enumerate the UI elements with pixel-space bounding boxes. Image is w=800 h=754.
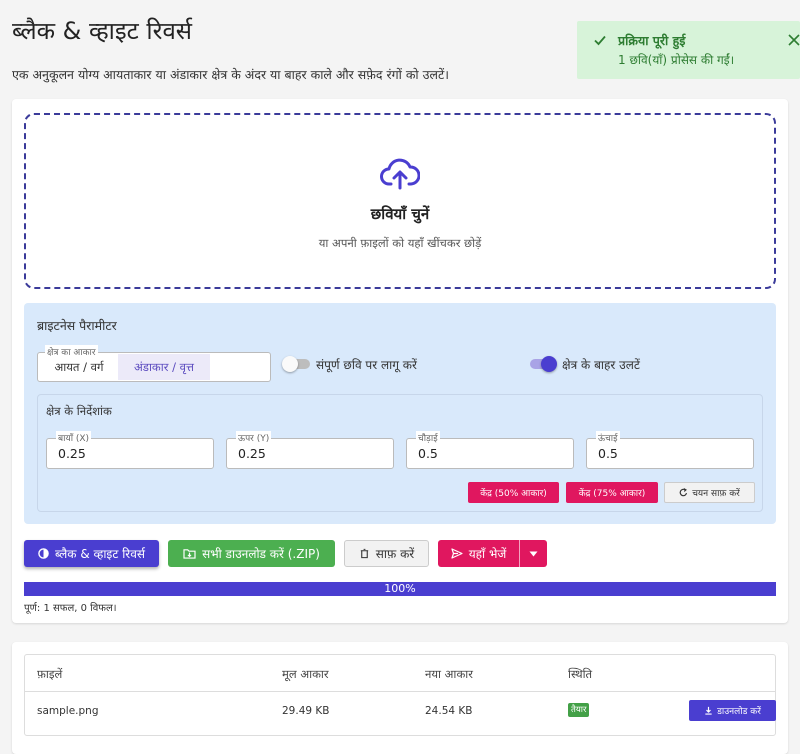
clear-label: साफ़ करें	[375, 547, 415, 561]
params-title: ब्राइटनेस पैरामीटर	[37, 318, 117, 333]
dropzone-title: छवियाँ चुनें	[370, 205, 430, 223]
width-value: 0.5	[418, 446, 438, 461]
send-icon	[451, 548, 463, 559]
cloud-upload-icon	[380, 158, 420, 190]
folder-download-icon	[183, 549, 196, 559]
height-label: ऊंचाई	[596, 431, 620, 444]
progress-label: 100%	[384, 582, 416, 595]
top-y-label: ऊपर (Y)	[236, 431, 272, 444]
download-zip-button[interactable]: सभी डाउनलोड करें (.ZIP)	[168, 540, 335, 567]
process-label: ब्लैक & व्हाइट रिवर्स	[54, 547, 145, 561]
height-value: 0.5	[598, 446, 618, 461]
check-icon	[594, 35, 606, 46]
send-here-button[interactable]: यहाँ भेजें	[438, 540, 519, 567]
dropzone-subtitle: या अपनी फ़ाइलों को यहाँ खींचकर छोड़ें	[318, 236, 482, 250]
top-y-value: 0.25	[238, 446, 266, 461]
status-badge: तैयार	[568, 703, 590, 717]
contrast-icon	[38, 548, 49, 559]
col-new-size-header: नया आकार	[425, 667, 473, 681]
toast-message: 1 छवि(याँ) प्रोसेस की गईं।	[618, 53, 735, 67]
shape-ellipse-option[interactable]: अंडाकार / वृत्त	[118, 354, 210, 380]
reset-selection-button[interactable]: चयन साफ़ करें	[664, 482, 755, 503]
row-download-label: डाउनलोड करें	[717, 707, 761, 717]
col-status-header: स्थिति	[568, 667, 593, 681]
success-toast: प्रक्रिया पूरी हुई 1 छवि(याँ) प्रोसेस की…	[577, 21, 800, 79]
invert-outside-switch[interactable]	[528, 355, 558, 373]
process-button[interactable]: ब्लैक & व्हाइट रिवर्स	[24, 540, 159, 567]
width-label: चौड़ाई	[416, 431, 440, 444]
page-subtitle: एक अनुकूलन योग्य आयताकार या अंडाकार क्षे…	[12, 67, 449, 82]
reset-icon	[679, 488, 688, 497]
left-x-label: बायाँ (X)	[56, 431, 92, 444]
apply-full-label: संपूर्ण छवि पर लागू करें	[316, 358, 417, 372]
row-download-button[interactable]: डाउनलोड करें	[689, 700, 776, 721]
send-here-label: यहाँ भेजें	[468, 547, 507, 561]
page-title: ब्लैक & व्हाइट रिवर्स	[12, 17, 193, 45]
download-zip-label: सभी डाउनलोड करें (.ZIP)	[202, 547, 320, 561]
close-icon[interactable]	[787, 33, 800, 47]
coords-title: क्षेत्र के निर्देशांक	[46, 404, 112, 418]
caret-down-icon	[529, 551, 538, 556]
file-dropzone[interactable]: छवियाँ चुनें या अपनी फ़ाइलों को यहाँ खीं…	[24, 113, 776, 289]
center-75-button[interactable]: केंद्र (75% आकार)	[566, 482, 658, 503]
download-icon	[705, 706, 712, 715]
clear-all-icon	[360, 548, 368, 559]
shape-rect-option[interactable]: आयत / वर्ग	[40, 354, 118, 380]
results-table	[24, 654, 776, 736]
center-50-button[interactable]: केंद्र (50% आकार)	[468, 482, 559, 503]
reset-selection-label: चयन साफ़ करें	[692, 489, 740, 499]
toast-title: प्रक्रिया पूरी हुई	[618, 33, 686, 48]
row-file-name: sample.png	[37, 705, 99, 717]
left-x-value: 0.25	[58, 446, 86, 461]
col-files-header: फ़ाइलें	[37, 667, 63, 681]
invert-outside-label: क्षेत्र के बाहर उलटें	[562, 358, 640, 372]
clear-button[interactable]: साफ़ करें	[344, 540, 429, 567]
status-text: पूर्ण: 1 सफल, 0 विफल।	[24, 603, 117, 614]
apply-full-switch[interactable]	[282, 355, 312, 373]
table-header-divider	[25, 691, 775, 692]
row-original-size: 29.49 KB	[282, 705, 330, 717]
col-original-size-header: मूल आकार	[282, 667, 329, 681]
send-menu-toggle[interactable]	[519, 540, 547, 567]
row-new-size: 24.54 KB	[425, 705, 473, 717]
